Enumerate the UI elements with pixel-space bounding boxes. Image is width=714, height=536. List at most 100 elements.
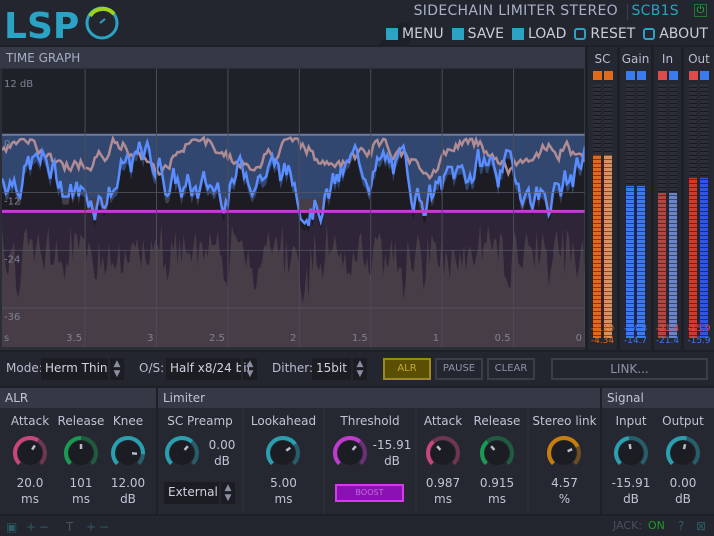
window-icon[interactable]: ▣	[6, 520, 17, 534]
alr-button[interactable]: ALR	[383, 358, 431, 380]
meter-value-left: -15.9	[687, 324, 711, 334]
spin-icon: ▲ ▼	[108, 358, 124, 380]
knob-label: Lookahead	[250, 414, 317, 428]
knob-label: Release	[473, 414, 521, 428]
knob-unit: %	[558, 492, 571, 506]
level-bar	[689, 84, 697, 338]
input-gain-knob[interactable]	[613, 435, 649, 471]
pause-button[interactable]: PAUSE	[435, 358, 483, 380]
power-icon[interactable]: ⏻	[694, 4, 707, 17]
mode-select[interactable]: Herm Thin ▲ ▼	[41, 358, 124, 380]
reset-icon	[574, 27, 587, 40]
oversampling-select[interactable]: Half x8/24 bit ▲ ▼	[166, 358, 257, 380]
lookahead-knob[interactable]	[265, 435, 301, 471]
meter-value-left: -21.4	[655, 324, 680, 334]
reset-button[interactable]: RESET	[574, 26, 635, 42]
help-icon[interactable]: ?	[678, 519, 684, 533]
dither-value: 15bit	[316, 361, 347, 375]
limiter-attack: Attack 0.987 ms	[417, 408, 469, 514]
channel-toggle-button[interactable]	[668, 71, 678, 80]
menu-button[interactable]: MENU	[386, 26, 444, 42]
knob-unit: ms	[434, 492, 452, 506]
save-icon	[451, 27, 464, 40]
signal-cell: Input -15.91 dB Output 0.00 dB	[602, 408, 714, 514]
channel-toggle-button[interactable]	[603, 71, 613, 80]
signal-group: Signal Input -15.91 dB Output 0.00 dB	[602, 388, 714, 514]
meter-value-right: -4.34	[590, 336, 615, 346]
controls-bar: Mode: Herm Thin ▲ ▼ O/S: Half x8/24 bit ▲ ▼ …	[0, 352, 714, 386]
meter-value-left: -4.10	[590, 324, 615, 334]
dither-label: Dither:	[272, 361, 314, 375]
limiter-release-knob[interactable]	[479, 435, 515, 471]
signal-title: Signal	[602, 388, 714, 408]
stereo-link-knob[interactable]	[546, 435, 582, 471]
limiter-title: Limiter	[158, 388, 600, 408]
meter-out: Out -15.9 -15.9	[684, 47, 714, 350]
knob-body	[431, 441, 455, 465]
knob-label: Knee	[112, 414, 144, 428]
knob-unit: ms	[488, 492, 506, 506]
spin-icon: ▲ ▼	[219, 482, 235, 504]
boost-button[interactable]: BOOST	[335, 484, 404, 502]
load-button[interactable]: LOAD	[511, 25, 567, 42]
channel-toggle-button[interactable]	[700, 71, 709, 80]
x-tick-label: 3	[147, 333, 153, 344]
knob-pointer	[628, 443, 632, 450]
zoom-in-icon[interactable]: +	[26, 520, 36, 534]
knob-value: -15.91	[611, 476, 651, 490]
knob-body	[18, 441, 42, 465]
spin-icon: ▲ ▼	[351, 358, 367, 380]
save-label: SAVE	[467, 25, 504, 42]
x-tick-label: 1	[433, 333, 439, 344]
alr-attack-knob[interactable]	[12, 435, 48, 471]
x-tick-label: 0.5	[495, 333, 511, 344]
status-bar: ▣ + − T + − JACK: ON ? ⊠	[0, 516, 714, 536]
output-gain-knob[interactable]	[665, 435, 701, 471]
plugin-title: SIDECHAIN LIMITER STEREO	[413, 3, 618, 19]
limiter-attack-knob[interactable]	[425, 435, 461, 471]
alr-knee-knob[interactable]	[110, 435, 146, 471]
about-button[interactable]: ABOUT	[643, 26, 708, 42]
time-graph[interactable]: 3.5 3 2.5 2 1.5 1 0.5 0 s 12 dB 0 -12 -24 -36	[2, 69, 585, 347]
title-separator	[627, 4, 628, 20]
meter-label: In	[661, 52, 674, 66]
y-tick-label: 0	[4, 139, 10, 150]
lookahead-cell: Lookahead 5.00 ms	[244, 408, 323, 514]
mode-label: Mode:	[6, 361, 43, 375]
fullscreen-icon[interactable]: ⊠	[696, 519, 706, 533]
load-label: LOAD	[527, 25, 567, 42]
channel-toggle-button[interactable]	[625, 71, 635, 80]
about-icon	[643, 27, 656, 40]
channel-toggle-button[interactable]	[657, 71, 667, 80]
channel-toggle-button[interactable]	[636, 71, 646, 80]
knob-label: Stereo link	[532, 414, 597, 428]
sc-preamp-cell: SC Preamp 0.00 dB External ▲ ▼	[158, 408, 242, 514]
clear-button[interactable]: CLEAR	[487, 358, 535, 380]
meter-sc: SC -4.10 -4.34	[588, 47, 617, 350]
zoom-out-icon[interactable]: −	[39, 520, 49, 534]
knob-value: 0.987	[425, 476, 461, 490]
save-button[interactable]: SAVE	[451, 25, 504, 42]
font-smaller-icon[interactable]: −	[99, 520, 109, 534]
link-button[interactable]: LINK...	[551, 358, 708, 380]
sc-source-select[interactable]: External ▲ ▼	[164, 482, 235, 504]
alr-knee: Knee 12.00 dB	[98, 408, 158, 514]
alr-release-knob[interactable]	[63, 435, 99, 471]
dither-select[interactable]: 15bit ▲ ▼	[312, 358, 367, 380]
lsp-logo: LSP	[4, 6, 119, 42]
channel-toggle-button[interactable]	[592, 71, 602, 80]
knob-unit: ms	[274, 492, 293, 506]
header: LSP SIDECHAIN LIMITER STEREO SCB1S ⏻ MEN…	[0, 0, 714, 45]
knob-body	[671, 441, 695, 465]
font-icon[interactable]: T	[66, 520, 73, 534]
level-bar	[668, 84, 677, 338]
knob-value: 4.57	[551, 476, 578, 490]
meter-label: Out	[688, 52, 710, 66]
knob-label: Input	[615, 414, 647, 428]
channel-toggle-button[interactable]	[689, 71, 698, 80]
font-larger-icon[interactable]: +	[86, 520, 96, 534]
meter-gain: Gain -14.8 -14.7	[620, 47, 651, 350]
plugin-model: SCB1S	[631, 3, 679, 19]
x-tick-label: 3.5	[66, 333, 82, 344]
menu-bar: MENU SAVE LOAD RESET ABOUT	[386, 22, 714, 45]
